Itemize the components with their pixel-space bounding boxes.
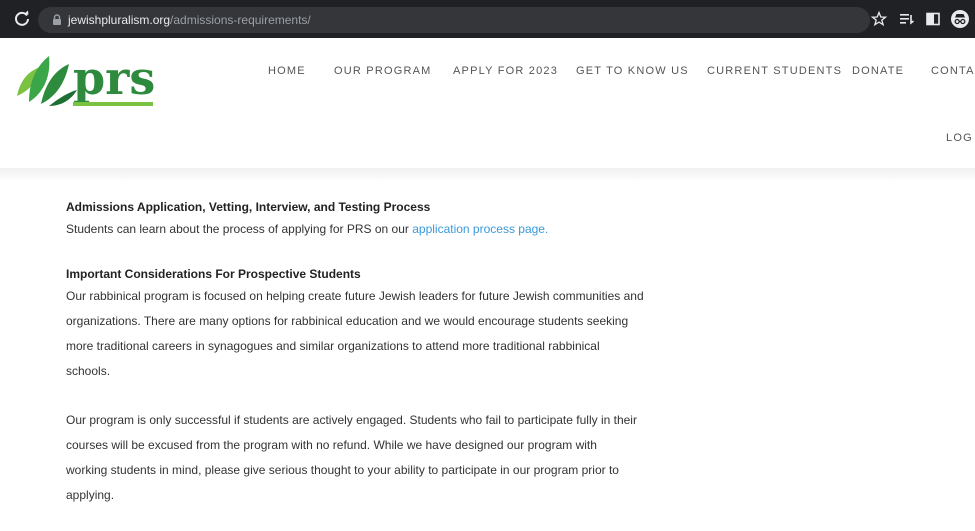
header-divider [0, 168, 975, 182]
admissions-paragraph: Students can learn about the process of … [66, 217, 676, 242]
login-link[interactable]: LOG IN [946, 132, 975, 144]
side-panel-icon[interactable] [924, 10, 942, 28]
paragraph-line: applying. [66, 488, 115, 502]
reload-icon[interactable] [12, 9, 32, 29]
paragraph-line: Our rabbinical program is focused on hel… [66, 289, 644, 303]
nav-donate[interactable]: DONATE [852, 65, 904, 77]
paragraph-line: more traditional careers in synagogues a… [66, 339, 600, 353]
considerations-paragraph-2: Our program is only successful if studen… [66, 408, 676, 508]
url-path: /admissions-requirements/ [170, 13, 311, 27]
section-heading-considerations: Important Considerations For Prospective… [66, 267, 361, 281]
nav-home[interactable]: HOME [268, 65, 306, 77]
site-header: prs HOME OUR PROGRAM APPLY FOR 2023 GET … [0, 38, 975, 170]
paragraph-line: courses will be excused from the program… [66, 438, 597, 452]
paragraph-line: organizations. There are many options fo… [66, 314, 629, 328]
main-nav: HOME OUR PROGRAM APPLY FOR 2023 GET TO K… [0, 65, 975, 81]
incognito-profile-icon[interactable] [950, 9, 970, 29]
url-domain: jewishpluralism.org [68, 13, 171, 27]
url-text[interactable]: jewishpluralism.org/admissions-requireme… [68, 12, 311, 28]
admissions-text: Students can learn about the process of … [66, 222, 413, 236]
section-heading-admissions: Admissions Application, Vetting, Intervi… [66, 200, 431, 214]
considerations-paragraph-1: Our rabbinical program is focused on hel… [66, 284, 676, 384]
paragraph-line: working students in mind, please give se… [66, 463, 619, 477]
reading-list-icon[interactable] [898, 10, 916, 28]
application-process-link[interactable]: application process page. [412, 222, 548, 236]
lock-icon [53, 14, 61, 25]
paragraph-line: Our program is only successful if studen… [66, 413, 637, 427]
nav-our-program[interactable]: OUR PROGRAM [334, 65, 432, 77]
nav-current-students[interactable]: CURRENT STUDENTS [707, 65, 842, 77]
browser-toolbar: jewishpluralism.org/admissions-requireme… [0, 0, 975, 38]
nav-apply-2023[interactable]: APPLY FOR 2023 [453, 65, 558, 77]
nav-get-to-know-us[interactable]: GET TO KNOW US [576, 65, 689, 77]
address-bar[interactable]: jewishpluralism.org/admissions-requireme… [38, 7, 870, 33]
star-icon[interactable] [870, 10, 888, 28]
nav-contact[interactable]: CONTACT [931, 65, 975, 77]
paragraph-line: schools. [66, 364, 111, 378]
main-content: Admissions Application, Vetting, Intervi… [66, 197, 676, 508]
